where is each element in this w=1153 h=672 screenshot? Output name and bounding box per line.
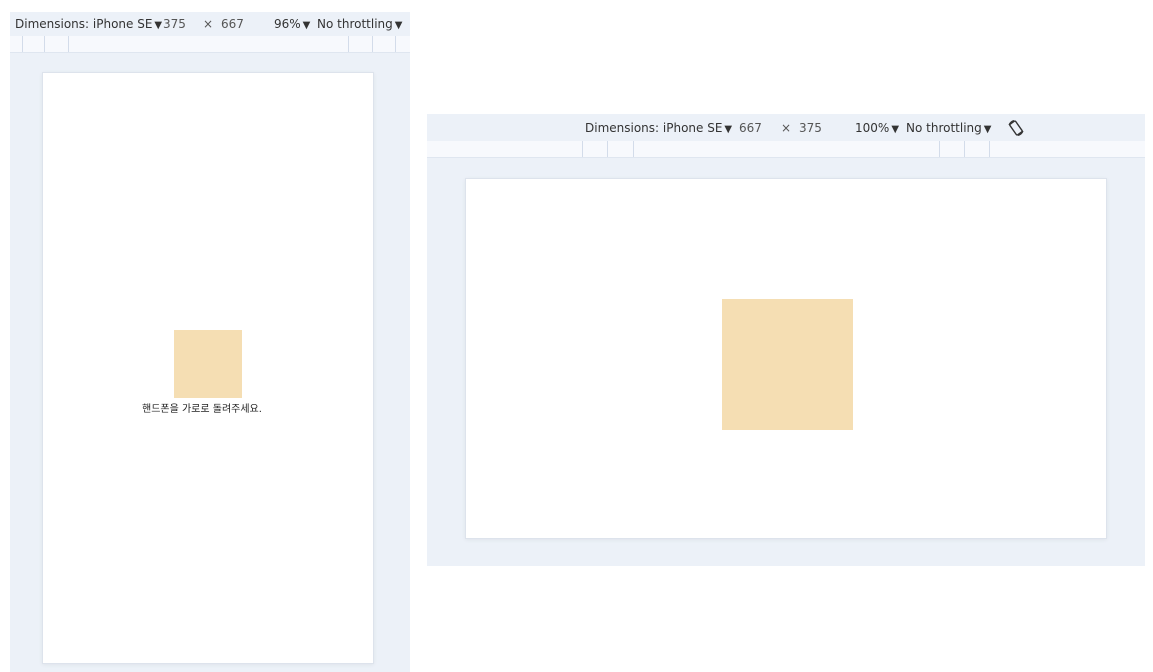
chevron-down-icon: ▼ — [394, 20, 403, 31]
landscape-height-input[interactable]: 375 — [799, 120, 822, 136]
portrait-media-query-ruler[interactable] — [10, 36, 410, 53]
ruler-tick — [68, 36, 69, 52]
portrait-width-input[interactable]: 375 — [163, 16, 186, 32]
ruler-tick — [22, 36, 23, 52]
portrait-throttle-label: No throttling — [317, 17, 393, 31]
ruler-tick — [633, 141, 634, 157]
chevron-down-icon: ▼ — [983, 124, 992, 135]
landscape-throttle-label: No throttling — [906, 121, 982, 135]
rotate-icon — [1008, 120, 1024, 136]
landscape-device-select[interactable]: Dimensions: iPhone SE ▼ — [585, 120, 732, 138]
ruler-tick — [395, 36, 396, 52]
chevron-down-icon: ▼ — [302, 20, 311, 31]
landscape-device-label: Dimensions: iPhone SE — [585, 121, 723, 135]
landscape-dimension-separator: × — [781, 121, 792, 135]
ruler-tick — [607, 141, 608, 157]
chevron-down-icon: ▼ — [154, 20, 163, 31]
rotate-phone-message: 핸드폰을 가로로 돌려주세요. — [142, 404, 262, 415]
landscape-viewport — [465, 178, 1107, 539]
portrait-height-input[interactable]: 667 — [221, 16, 244, 32]
ruler-tick — [964, 141, 965, 157]
portrait-device-toolbar: Dimensions: iPhone SE ▼ 375 × 667 96% ▼ No… — [10, 12, 410, 36]
rotate-button[interactable] — [1007, 119, 1025, 141]
portrait-device-select[interactable]: Dimensions: iPhone SE ▼ — [15, 16, 162, 34]
portrait-device-pane: Dimensions: iPhone SE ▼ 375 × 667 96% ▼ No… — [10, 12, 410, 672]
portrait-dimension-separator: × — [203, 17, 214, 31]
ruler-tick — [582, 141, 583, 157]
landscape-device-toolbar: Dimensions: iPhone SE ▼ 667 × 375 100% ▼ N… — [427, 116, 1145, 140]
ruler-tick — [44, 36, 45, 52]
orientation-box — [174, 330, 242, 398]
portrait-device-label: Dimensions: iPhone SE — [15, 17, 153, 31]
landscape-throttle-select[interactable]: No throttling ▼ — [906, 120, 991, 138]
ruler-tick — [372, 36, 373, 52]
orientation-box — [722, 299, 853, 430]
landscape-zoom-label: 100% — [855, 121, 890, 135]
chevron-down-icon: ▼ — [724, 124, 733, 135]
landscape-media-query-ruler[interactable] — [427, 141, 1145, 158]
landscape-width-input[interactable]: 667 — [739, 120, 762, 136]
landscape-zoom-select[interactable]: 100% ▼ — [855, 120, 899, 138]
portrait-zoom-label: 96% — [274, 17, 301, 31]
ruler-tick — [939, 141, 940, 157]
landscape-device-pane: Dimensions: iPhone SE ▼ 667 × 375 100% ▼ N… — [427, 114, 1145, 566]
portrait-throttle-select[interactable]: No throttling ▼ — [317, 16, 402, 34]
portrait-zoom-select[interactable]: 96% ▼ — [274, 16, 310, 34]
ruler-tick — [989, 141, 990, 157]
chevron-down-icon: ▼ — [891, 124, 900, 135]
ruler-tick — [348, 36, 349, 52]
portrait-viewport: 핸드폰을 가로로 돌려주세요. — [42, 72, 374, 664]
